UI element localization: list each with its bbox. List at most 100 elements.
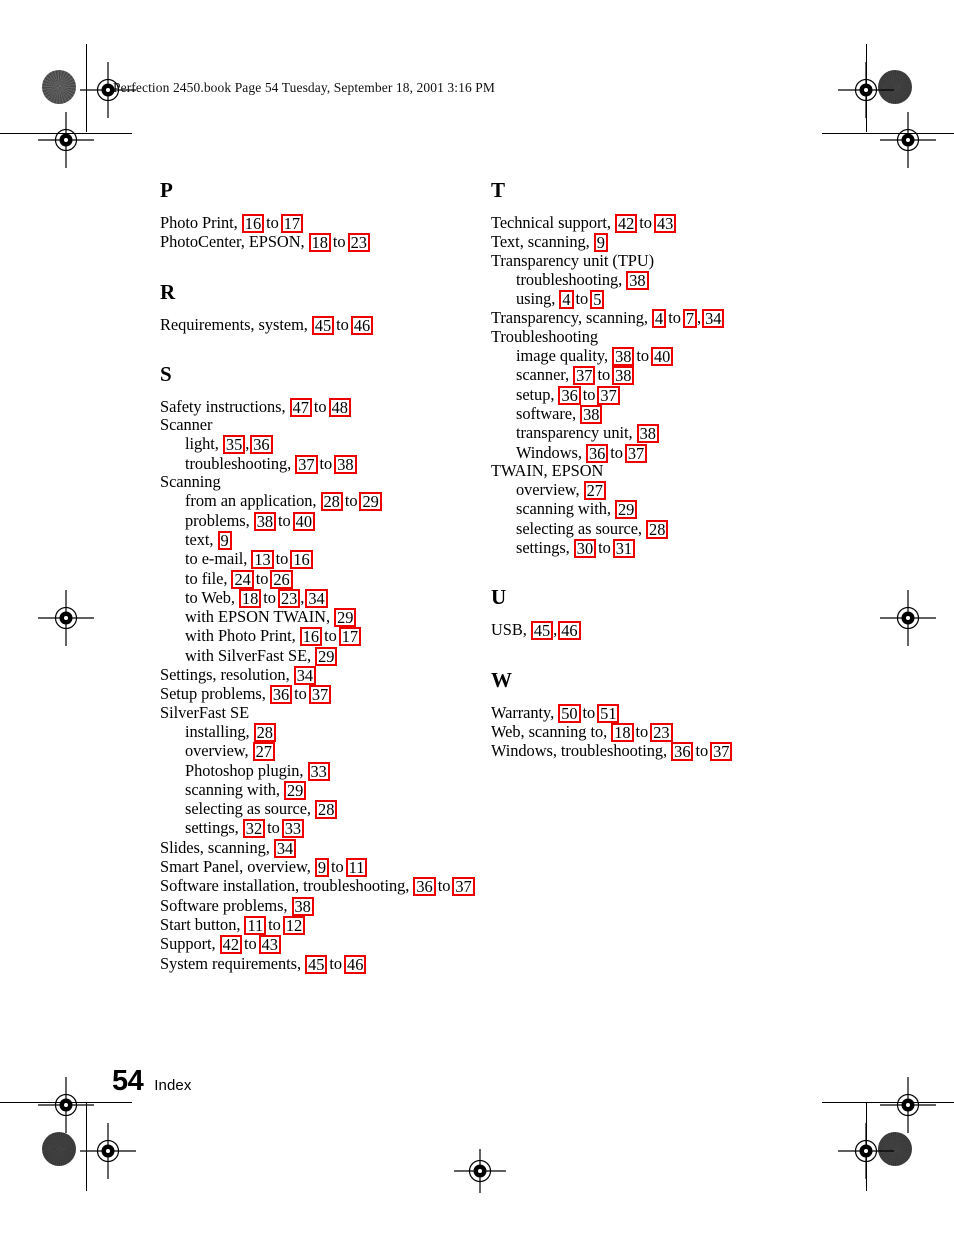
index-entry-label: scanning with, [516,499,611,519]
index-page-link[interactable]: 50 [558,703,581,723]
index-page-link[interactable]: 36 [585,443,609,463]
index-page-link[interactable]: 36 [413,877,436,897]
index-page-link[interactable]: 38 [253,511,277,531]
index-page-link[interactable]: 35 [222,435,246,455]
index-page-link[interactable]: 33 [281,819,305,839]
index-page-link[interactable]: 46 [558,621,581,641]
index-page-link[interactable]: 48 [328,397,351,417]
index-entry: Smart Panel, overview, 9 to 11 [160,857,460,878]
index-page-link[interactable]: 43 [653,214,677,233]
index-page-link[interactable]: 37 [624,443,648,463]
index-page-link[interactable]: 13 [251,550,274,570]
index-ref-separator: to [610,442,623,462]
index-page-link[interactable]: 46 [350,315,374,335]
index-page-link[interactable]: 36 [558,385,581,405]
index-page-link[interactable]: 9 [314,858,329,878]
index-page-link[interactable]: 47 [289,397,312,417]
index-entry-label: setup, [516,384,555,404]
index-page-link[interactable]: 28 [253,722,276,742]
index-page-link[interactable]: 11 [244,915,267,935]
index-page-link[interactable]: 34 [273,838,297,858]
index-page-link[interactable]: 42 [219,935,242,955]
index-page-link[interactable]: 28 [320,492,343,512]
index-ref-separator: to [329,953,343,973]
index-subentry: software, 38 [491,404,791,424]
index-page-link[interactable]: 45 [311,315,335,335]
index-page-link[interactable]: 18 [308,233,331,253]
index-page-link[interactable]: 27 [252,742,275,762]
index-entry-label: scanner, [516,365,570,385]
index-page-link[interactable]: 30 [573,539,597,559]
index-page-link[interactable]: 38 [580,404,603,424]
index-page-link[interactable]: 38 [612,366,635,386]
index-page-link[interactable]: 37 [295,454,318,474]
index-page-link[interactable]: 23 [347,233,370,253]
index-page-link[interactable]: 18 [239,588,262,608]
index-page-link[interactable]: 40 [651,347,674,367]
index-page-link[interactable]: 17 [280,214,304,233]
index-page-link[interactable]: 40 [292,511,315,531]
index-page-link[interactable]: 37 [452,877,475,897]
index-column-left: P Photo Print, 16 to 17 PhotoCenter, EPSON, … [160,180,475,974]
trim-line-top-left-v [86,44,87,132]
index-page-link[interactable]: 32 [242,819,266,839]
index-page-link[interactable]: 18 [611,722,634,742]
index-page-link[interactable]: 9 [593,233,608,253]
index-page-link[interactable]: 36 [250,435,273,455]
index-entry-label: Scanning [160,472,221,492]
index-page-link[interactable]: 37 [308,685,332,705]
index-page-link[interactable]: 16 [241,214,265,233]
index-page-link[interactable]: 37 [573,366,596,386]
index-page-link[interactable]: 38 [334,454,357,474]
index-ref-separator: to [266,213,279,232]
index-page-link[interactable]: 38 [291,896,314,916]
index-page-link[interactable]: 7 [682,309,697,329]
index-page-link[interactable]: 33 [307,761,330,781]
index-page-link[interactable]: 29 [283,780,307,800]
index-page-link[interactable]: 51 [597,703,620,723]
index-page-link[interactable]: 36 [671,742,694,762]
index-page-link[interactable]: 43 [258,935,281,955]
index-page-link[interactable]: 23 [277,588,301,608]
index-page-link[interactable]: 17 [338,627,362,647]
index-page-link[interactable]: 23 [650,722,673,742]
index-page-link[interactable]: 26 [270,569,293,589]
index-page-link[interactable]: 29 [334,608,357,628]
index-page-link[interactable]: 4 [652,309,667,329]
index-ref-separator: to [336,314,349,334]
index-page-link[interactable]: 16 [299,627,323,647]
index-page-link[interactable]: 27 [583,481,606,501]
index-entry: Troubleshooting [491,327,791,346]
index-page-link[interactable]: 38 [612,347,635,367]
index-page-link[interactable]: 9 [217,530,232,550]
index-subentry: with Photo Print, 16 to 17 [160,626,460,647]
index-page-link[interactable]: 4 [559,290,574,310]
index-ref-separator: to [267,818,280,838]
index-page-link[interactable]: 34 [702,309,725,329]
index-subentry: image quality, 38 to 40 [491,346,791,367]
index-page-link[interactable]: 36 [269,685,293,705]
index-entry-label: transparency unit, [516,423,633,443]
index-page-link[interactable]: 38 [636,424,659,444]
index-page-link[interactable]: 45 [530,621,554,641]
index-page-link[interactable]: 29 [614,500,638,520]
index-page-link[interactable]: 34 [305,588,328,608]
index-entry-label: with EPSON TWAIN, [185,607,331,627]
index-page-link[interactable]: 28 [646,519,669,539]
index-page-link[interactable]: 45 [305,954,328,974]
index-page-link[interactable]: 24 [231,569,254,589]
index-page-link[interactable]: 31 [612,539,636,559]
index-page-link[interactable]: 46 [344,954,367,974]
index-page-link[interactable]: 34 [293,666,316,686]
index-page-link[interactable]: 5 [590,290,605,310]
index-page-link[interactable]: 29 [315,646,338,666]
index-page-link[interactable]: 38 [626,270,649,290]
index-page-link[interactable]: 28 [315,800,338,820]
index-page-link[interactable]: 16 [290,550,313,570]
index-page-link[interactable]: 29 [359,492,382,512]
index-page-link[interactable]: 12 [282,915,306,935]
index-page-link[interactable]: 11 [345,858,368,878]
index-page-link[interactable]: 37 [597,385,620,405]
index-page-link[interactable]: 37 [710,742,733,762]
index-page-link[interactable]: 42 [615,214,638,233]
